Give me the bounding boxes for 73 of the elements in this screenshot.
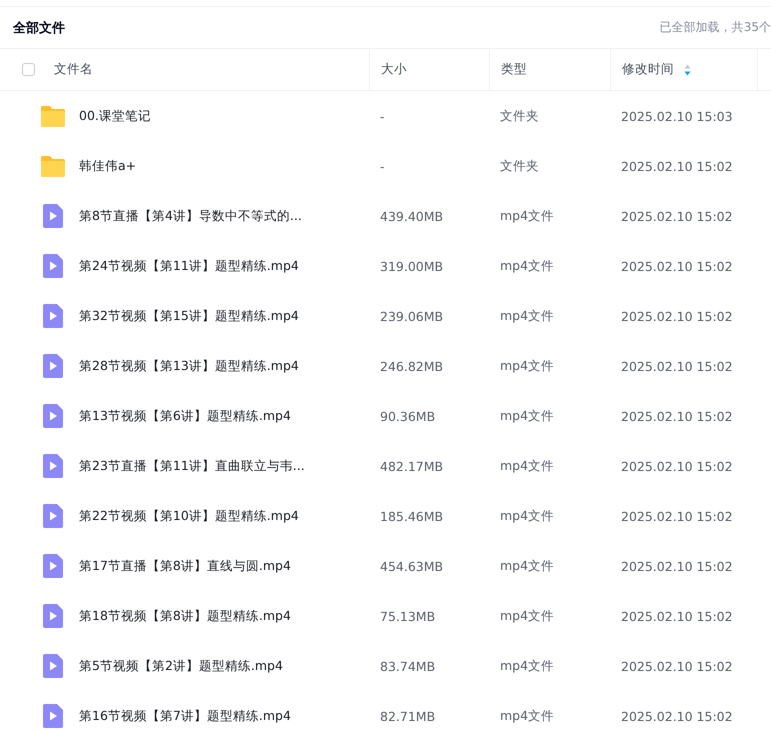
file-name[interactable]: 第28节视频【第13讲】题型精练.mp4 xyxy=(79,358,299,374)
file-name[interactable]: 第32节视频【第15讲】题型精练.mp4 xyxy=(79,308,299,324)
modified-time: 2025.02.10 15:02 xyxy=(621,208,733,224)
file-size: 82.71MB xyxy=(380,708,436,724)
video-file-icon xyxy=(43,454,63,478)
select-all-checkbox[interactable] xyxy=(22,63,35,76)
sort-icon[interactable] xyxy=(684,64,691,76)
video-file-icon xyxy=(43,604,63,628)
file-name[interactable]: 第16节视频【第7讲】题型精练.mp4 xyxy=(79,708,291,724)
file-name[interactable]: 韩佳伟a+ xyxy=(79,158,136,174)
modified-time: 2025.02.10 15:02 xyxy=(621,708,733,724)
file-name[interactable]: 00.课堂笔记 xyxy=(79,108,151,124)
file-size: - xyxy=(380,108,385,124)
file-size: 83.74MB xyxy=(380,658,436,674)
video-file-icon xyxy=(43,654,63,678)
video-file-icon xyxy=(43,704,63,728)
file-size: 90.36MB xyxy=(380,408,436,424)
folder-icon xyxy=(40,154,66,178)
file-type: mp4文件 xyxy=(500,258,554,274)
file-name[interactable]: 第8节直播【第4讲】导数中不等式的... xyxy=(79,208,302,224)
file-name[interactable]: 第22节视频【第10讲】题型精练.mp4 xyxy=(79,508,299,524)
file-type: mp4文件 xyxy=(500,308,554,324)
video-file-icon xyxy=(43,504,63,528)
modified-time: 2025.02.10 15:02 xyxy=(621,358,733,374)
modified-time: 2025.02.10 15:02 xyxy=(621,158,733,174)
column-header[interactable]: 文件名 xyxy=(54,61,93,78)
file-size: 454.63MB xyxy=(380,558,444,574)
file-size: 482.17MB xyxy=(380,458,444,474)
file-type: mp4文件 xyxy=(500,208,554,224)
file-name[interactable]: 第17节直播【第8讲】直线与圆.mp4 xyxy=(79,558,291,574)
file-name[interactable]: 第18节视频【第8讲】题型精练.mp4 xyxy=(79,608,291,624)
modified-time: 2025.02.10 15:02 xyxy=(621,508,733,524)
video-file-icon xyxy=(43,354,63,378)
video-file-icon xyxy=(43,204,63,228)
modified-time: 2025.02.10 15:03 xyxy=(621,108,733,124)
file-type: 文件夹 xyxy=(500,108,539,124)
file-size: 75.13MB xyxy=(380,608,436,624)
file-type: mp4文件 xyxy=(500,558,554,574)
file-size: 246.82MB xyxy=(380,358,444,374)
file-size: 439.40MB xyxy=(380,208,444,224)
file-size: 319.00MB xyxy=(380,258,444,274)
modified-time: 2025.02.10 15:02 xyxy=(621,658,733,674)
video-file-icon xyxy=(43,554,63,578)
file-type: mp4文件 xyxy=(500,408,554,424)
file-name[interactable]: 第24节视频【第11讲】题型精练.mp4 xyxy=(79,258,299,274)
column-header[interactable]: 类型 xyxy=(501,61,527,78)
file-name[interactable]: 第23节直播【第11讲】直曲联立与韦... xyxy=(79,458,305,474)
modified-time: 2025.02.10 15:02 xyxy=(621,608,733,624)
modified-time: 2025.02.10 15:02 xyxy=(621,558,733,574)
modified-time: 2025.02.10 15:02 xyxy=(621,458,733,474)
video-file-icon xyxy=(43,254,63,278)
file-size: 239.06MB xyxy=(380,308,444,324)
page-title: 全部文件 xyxy=(13,20,65,36)
video-file-icon xyxy=(43,404,63,428)
file-name[interactable]: 第13节视频【第6讲】题型精练.mp4 xyxy=(79,408,291,424)
file-type: mp4文件 xyxy=(500,658,554,674)
modified-time: 2025.02.10 15:02 xyxy=(621,308,733,324)
file-type: mp4文件 xyxy=(500,508,554,524)
modified-time: 2025.02.10 15:02 xyxy=(621,258,733,274)
file-type: mp4文件 xyxy=(500,608,554,624)
column-header[interactable]: 大小 xyxy=(381,61,407,78)
modified-time: 2025.02.10 15:02 xyxy=(621,408,733,424)
file-type: mp4文件 xyxy=(500,358,554,374)
load-status: 已全部加载，共35个 xyxy=(660,19,771,36)
video-file-icon xyxy=(43,304,63,328)
file-name[interactable]: 第5节视频【第2讲】题型精练.mp4 xyxy=(79,658,283,674)
file-size: 185.46MB xyxy=(380,508,444,524)
file-type: mp4文件 xyxy=(500,708,554,724)
file-type: 文件夹 xyxy=(500,158,539,174)
folder-icon xyxy=(40,104,66,128)
file-size: - xyxy=(380,158,385,174)
file-type: mp4文件 xyxy=(500,458,554,474)
column-header[interactable]: 修改时间 xyxy=(622,61,674,78)
